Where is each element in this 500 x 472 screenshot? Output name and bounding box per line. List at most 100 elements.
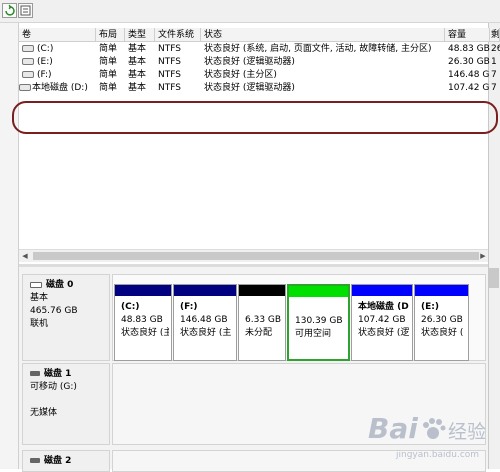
volume-free: 7 — [491, 83, 497, 93]
scroll-left-icon[interactable]: ◀ — [20, 251, 30, 261]
partition-size: 48.83 GB — [121, 315, 163, 325]
column-header-volume[interactable]: 卷 — [19, 28, 96, 42]
partition-status: 状态良好 (逻 — [358, 328, 410, 338]
disk-0-partitions: (C:) 48.83 GB 状态良好 (主 (F:) 146.48 GB 状态良好 (主… — [112, 274, 486, 361]
volume-status: 状态良好 (逻辑驱动器) — [204, 83, 295, 93]
disk-title: 磁盘 0 — [46, 280, 74, 290]
partition-bar — [289, 286, 348, 297]
volume-row[interactable]: (E:) 简单 基本 NTFS 状态良好 (逻辑驱动器) 26.30 GB 1 — [19, 56, 497, 69]
volume-layout: 简单 — [99, 83, 118, 93]
partition-name: (E:) — [421, 302, 439, 312]
disk-view-scrollbar-thumb[interactable] — [489, 268, 499, 288]
partition-name — [245, 301, 283, 314]
volume-capacity: 146.48 GB — [448, 70, 490, 80]
volume-free: 7 — [491, 70, 497, 80]
disk-size: 465.76 GB — [30, 306, 78, 316]
paw-icon — [423, 418, 446, 439]
partition[interactable]: (C:) 48.83 GB 状态良好 (主 — [114, 284, 172, 361]
partition-size: 107.42 GB — [358, 315, 406, 325]
partition-unallocated[interactable]: 6.33 GB 未分配 — [238, 284, 286, 361]
volume-fs: NTFS — [158, 57, 181, 67]
properties-button[interactable] — [18, 3, 33, 18]
partition[interactable]: (F:) 146.48 GB 状态良好 (主 — [173, 284, 237, 361]
volume-type: 基本 — [128, 44, 147, 54]
volume-capacity: 48.83 GB — [448, 44, 490, 54]
volume-fs: NTFS — [158, 44, 181, 54]
watermark-brand: Bai — [368, 412, 418, 445]
partition-name — [295, 302, 346, 315]
horizontal-scrollbar[interactable]: ◀ ▶ — [19, 249, 488, 262]
column-header-filesystem[interactable]: 文件系统 — [155, 28, 201, 42]
partition-status: 未分配 — [245, 328, 273, 338]
volume-type: 基本 — [128, 70, 147, 80]
volume-type: 基本 — [128, 83, 147, 93]
partition[interactable]: (E:) 26.30 GB 状态良好 ( — [414, 284, 469, 361]
volume-fs: NTFS — [158, 83, 181, 93]
volume-name: 本地磁盘 (D:) — [32, 83, 88, 93]
scroll-right-icon[interactable]: ▶ — [478, 251, 488, 261]
watermark-url: jingyan.baidu.com — [396, 450, 480, 460]
partition-name: 本地磁盘 (D — [358, 302, 409, 312]
partition-name: (F:) — [180, 302, 198, 312]
refresh-icon — [5, 4, 15, 16]
partition[interactable]: 本地磁盘 (D 107.42 GB 状态良好 (逻 — [351, 284, 413, 361]
disk-1-label[interactable]: 磁盘 1 可移动 (G:) 无媒体 — [22, 363, 110, 445]
drive-icon — [19, 84, 31, 91]
partition-name: (C:) — [121, 302, 140, 312]
partition-free-space[interactable]: 130.39 GB 可用空间 — [287, 284, 350, 361]
partition-size: 130.39 GB — [295, 316, 343, 326]
volume-row[interactable]: (F:) 简单 基本 NTFS 状态良好 (主分区) 146.48 GB 7 — [19, 69, 497, 82]
volume-name: (C:) — [37, 44, 54, 54]
partition-status: 状态良好 (主 — [121, 328, 169, 338]
volume-free: 1 — [491, 57, 497, 67]
volume-row[interactable]: (C:) 简单 基本 NTFS 状态良好 (系统, 启动, 页面文件, 活动, … — [19, 43, 500, 56]
volume-row[interactable]: 本地磁盘 (D:) 简单 基本 NTFS 状态良好 (逻辑驱动器) 107.42… — [19, 82, 497, 95]
disk-state: 无媒体 — [30, 408, 58, 418]
annotation-highlight — [12, 101, 498, 134]
watermark-brand-2: 经验 — [448, 421, 487, 443]
volume-status: 状态良好 (系统, 启动, 页面文件, 活动, 故障转储, 主分区) — [204, 44, 432, 54]
drive-icon — [22, 58, 34, 65]
disk-icon — [30, 371, 40, 376]
column-header-layout[interactable]: 布局 — [96, 28, 125, 42]
disk-icon — [30, 458, 40, 463]
volume-free: 26 — [491, 44, 500, 54]
partition-bar — [352, 285, 412, 296]
volume-name: (E:) — [37, 57, 53, 67]
volume-layout: 简单 — [99, 57, 118, 67]
partition-bar — [115, 285, 171, 296]
volume-list: 卷 布局 类型 文件系统 状态 容量 剩 (C:) 简单 基本 NTFS 状态良… — [19, 28, 500, 264]
properties-icon — [20, 5, 31, 16]
volume-layout: 简单 — [99, 44, 118, 54]
watermark: Bai 经验 jingyan.baidu.com — [368, 410, 498, 465]
column-header-free[interactable]: 剩 — [490, 28, 500, 42]
column-header-capacity[interactable]: 容量 — [445, 28, 490, 42]
partition-bar — [239, 285, 285, 296]
drive-icon — [22, 71, 34, 78]
refresh-button[interactable] — [2, 3, 17, 18]
partition-bar — [174, 285, 236, 296]
partition-bar — [415, 285, 468, 296]
partition-status: 状态良好 (主 — [180, 328, 232, 338]
partition-status: 状态良好 ( — [421, 328, 464, 338]
partition-size: 26.30 GB — [421, 315, 463, 325]
disk-title: 磁盘 2 — [44, 456, 72, 466]
disk-state: 联机 — [30, 319, 49, 329]
column-header-status[interactable]: 状态 — [201, 28, 445, 42]
volume-layout: 简单 — [99, 70, 118, 80]
partition-size: 146.48 GB — [180, 315, 228, 325]
scrollbar-thumb[interactable] — [33, 252, 479, 260]
drive-icon — [22, 45, 34, 52]
partition-status: 可用空间 — [295, 329, 332, 339]
volume-status: 状态良好 (主分区) — [204, 70, 277, 80]
volume-status: 状态良好 (逻辑驱动器) — [204, 57, 295, 67]
volume-type: 基本 — [128, 57, 147, 67]
column-header-type[interactable]: 类型 — [125, 28, 155, 42]
disk-icon — [30, 281, 42, 288]
disk-0-label[interactable]: 磁盘 0 基本 465.76 GB 联机 — [22, 274, 110, 361]
volume-name: (F:) — [37, 70, 52, 80]
disk-kind: 可移动 (G:) — [30, 382, 77, 392]
navigation-pane — [0, 23, 19, 469]
toolbar — [0, 0, 500, 23]
disk-title: 磁盘 1 — [44, 369, 72, 379]
